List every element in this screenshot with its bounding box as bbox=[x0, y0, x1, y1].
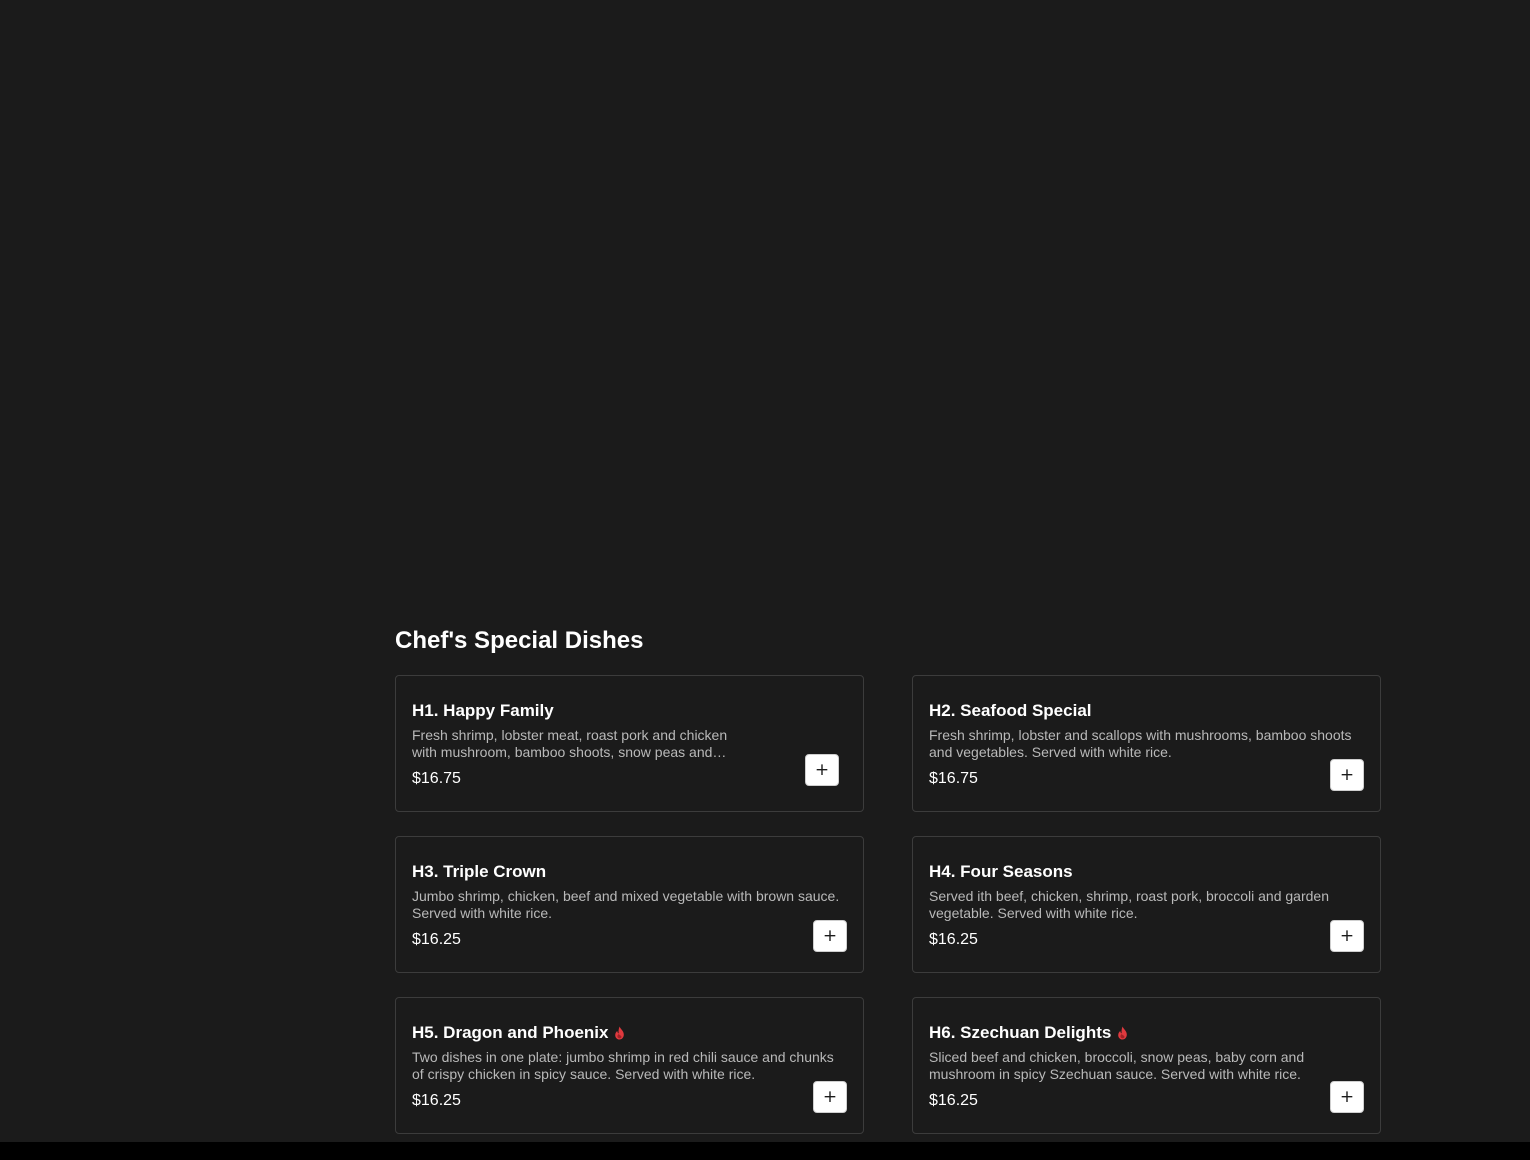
dish-card-h5[interactable]: H5. Dragon and Phoenix Two dishes in one… bbox=[395, 997, 864, 1134]
dish-card-body: H4. Four Seasons Served ith beef, chicke… bbox=[929, 861, 1364, 950]
dish-card-body: H5. Dragon and Phoenix Two dishes in one… bbox=[412, 1022, 847, 1111]
dish-price: $16.25 bbox=[929, 1092, 978, 1109]
dish-name: H1. Happy Family bbox=[412, 700, 847, 722]
bottom-bar bbox=[0, 1142, 1530, 1160]
dish-card-h3[interactable]: H3. Triple Crown Jumbo shrimp, chicken, … bbox=[395, 836, 864, 973]
add-to-cart-button[interactable]: + bbox=[813, 1081, 847, 1113]
dish-name-text: H1. Happy Family bbox=[412, 701, 554, 720]
dish-card-h4[interactable]: H4. Four Seasons Served ith beef, chicke… bbox=[912, 836, 1381, 973]
dish-description: Fresh shrimp, lobster and scallops with … bbox=[929, 727, 1352, 760]
plus-icon: + bbox=[822, 926, 838, 946]
plus-icon: + bbox=[1339, 1087, 1355, 1107]
plus-icon: + bbox=[822, 1087, 838, 1107]
flame-icon-graphic bbox=[615, 1026, 625, 1040]
dish-price: $16.75 bbox=[929, 770, 978, 787]
add-to-cart-button[interactable]: + bbox=[1330, 1081, 1364, 1113]
dish-card-body: H3. Triple Crown Jumbo shrimp, chicken, … bbox=[412, 861, 847, 950]
dish-name-text: H6. Szechuan Delights bbox=[929, 1023, 1112, 1042]
flame-icon-graphic bbox=[1118, 1026, 1128, 1040]
dish-name: H6. Szechuan Delights bbox=[929, 1022, 1364, 1044]
add-to-cart-button[interactable]: + bbox=[1330, 759, 1364, 791]
dish-price: $16.25 bbox=[412, 931, 461, 948]
dish-card-body: H1. Happy Family Fresh shrimp, lobster m… bbox=[412, 700, 847, 789]
dish-card-h6[interactable]: H6. Szechuan Delights Sliced beef and ch… bbox=[912, 997, 1381, 1134]
dish-name-text: H5. Dragon and Phoenix bbox=[412, 1023, 609, 1042]
add-to-cart-button[interactable]: + bbox=[813, 920, 847, 952]
dish-price: $16.25 bbox=[412, 1092, 461, 1109]
add-to-cart-button[interactable]: + bbox=[805, 754, 839, 786]
flame-icon bbox=[1117, 1026, 1128, 1040]
dish-name-text: H3. Triple Crown bbox=[412, 862, 547, 881]
plus-icon: + bbox=[1339, 926, 1355, 946]
dish-name: H2. Seafood Special bbox=[929, 700, 1364, 722]
dish-description: Two dishes in one plate: jumbo shrimp in… bbox=[412, 1049, 834, 1082]
dish-card-h1[interactable]: H1. Happy Family Fresh shrimp, lobster m… bbox=[395, 675, 864, 812]
chefs-special-section: Chef's Special Dishes H1. Happy Family F… bbox=[395, 624, 1381, 1134]
dish-name-text: H2. Seafood Special bbox=[929, 701, 1092, 720]
dish-card-h2[interactable]: H2. Seafood Special Fresh shrimp, lobste… bbox=[912, 675, 1381, 812]
dish-name: H4. Four Seasons bbox=[929, 861, 1364, 883]
dish-card-body: H2. Seafood Special Fresh shrimp, lobste… bbox=[929, 700, 1364, 789]
dish-description: Sliced beef and chicken, broccoli, snow … bbox=[929, 1049, 1305, 1082]
dish-description: Fresh shrimp, lobster meat, roast pork a… bbox=[412, 727, 728, 760]
section-title: Chef's Special Dishes bbox=[395, 627, 644, 654]
dish-price: $16.75 bbox=[412, 770, 461, 787]
add-to-cart-button[interactable]: + bbox=[1330, 920, 1364, 952]
dish-description: Served ith beef, chicken, shrimp, roast … bbox=[929, 888, 1329, 921]
dish-card-body: H6. Szechuan Delights Sliced beef and ch… bbox=[929, 1022, 1364, 1111]
plus-icon: + bbox=[1339, 765, 1355, 785]
dish-grid: H1. Happy Family Fresh shrimp, lobster m… bbox=[395, 675, 1381, 1134]
dish-name: H3. Triple Crown bbox=[412, 861, 847, 883]
dish-price: $16.25 bbox=[929, 931, 978, 948]
flame-icon bbox=[614, 1026, 625, 1040]
plus-icon: + bbox=[814, 760, 830, 780]
dish-name: H5. Dragon and Phoenix bbox=[412, 1022, 847, 1044]
dish-description: Jumbo shrimp, chicken, beef and mixed ve… bbox=[412, 888, 840, 921]
dish-name-text: H4. Four Seasons bbox=[929, 862, 1073, 881]
